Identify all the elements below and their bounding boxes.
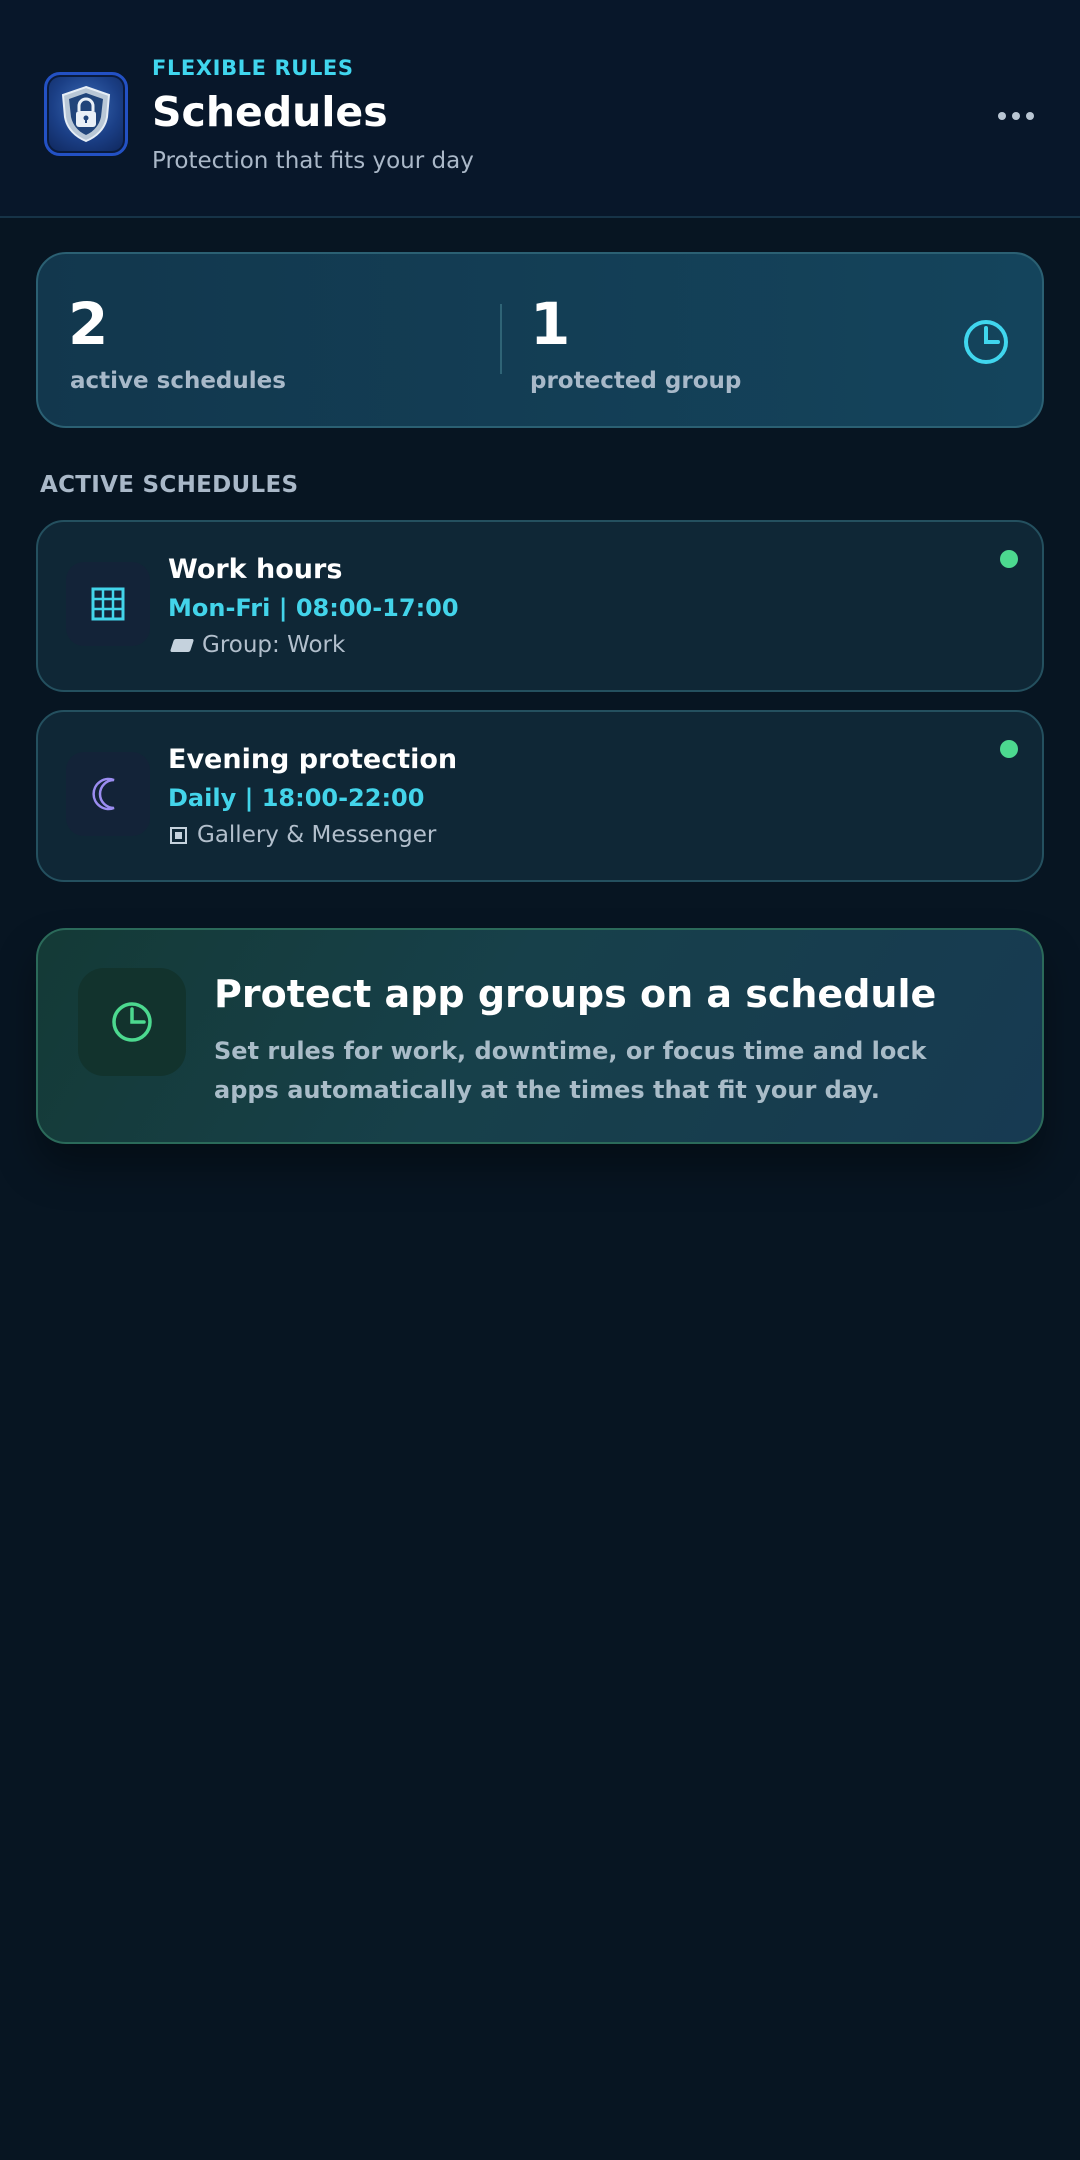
calendar-grid-icon — [66, 562, 150, 646]
schedule-card-evening-protection[interactable]: Evening protection Daily | 18:00-22:00 G… — [36, 710, 1044, 882]
promo-description: Set rules for work, downtime, or focus t… — [214, 1037, 927, 1104]
schedule-card-work-hours[interactable]: Work hours Mon-Fri | 08:00-17:00 Group: … — [36, 520, 1044, 692]
schedule-title: Work hours — [168, 554, 343, 585]
page-subtitle: Protection that fits your day — [152, 148, 474, 174]
app-icon — [170, 826, 187, 844]
schedule-title: Evening protection — [168, 744, 458, 775]
page-header: FLEXIBLE RULES Schedules Protection that… — [0, 0, 1080, 218]
more-horizontal-icon — [998, 112, 1006, 120]
schedule-time: Mon-Fri | 08:00-17:00 — [168, 594, 459, 622]
protected-groups-label: protected group — [530, 368, 742, 394]
section-heading-active-schedules: ACTIVE SCHEDULES — [40, 472, 299, 498]
active-schedules-label: active schedules — [70, 368, 286, 394]
protected-groups-count: 1 — [530, 290, 571, 358]
schedule-promo-card[interactable]: Protect app groups on a schedule Set rul… — [36, 928, 1044, 1144]
more-options-button[interactable] — [990, 98, 1042, 134]
more-dot — [1026, 112, 1034, 120]
shield-lock-icon — [44, 72, 128, 156]
schedule-target-label: Gallery & Messenger — [197, 822, 437, 848]
active-status-dot — [1000, 740, 1018, 758]
more-dot — [1012, 112, 1020, 120]
stats-summary-card: 2 active schedules 1 protected group — [36, 252, 1044, 428]
moon-icon — [66, 752, 150, 836]
active-status-dot — [1000, 550, 1018, 568]
schedule-target-label: Group: Work — [202, 632, 346, 658]
header-eyebrow: FLEXIBLE RULES — [152, 56, 354, 80]
clock-icon — [962, 318, 1010, 370]
schedule-time: Daily | 18:00-22:00 — [168, 784, 425, 812]
schedule-target: Group: Work — [168, 632, 345, 658]
clock-icon — [78, 968, 186, 1076]
schedule-target: Gallery & Messenger — [168, 822, 436, 848]
promo-title: Protect app groups on a schedule — [214, 972, 937, 1016]
active-schedules-count: 2 — [68, 290, 109, 358]
folder-icon — [169, 638, 195, 652]
stats-divider — [500, 304, 502, 374]
page-title: Schedules — [152, 88, 388, 136]
